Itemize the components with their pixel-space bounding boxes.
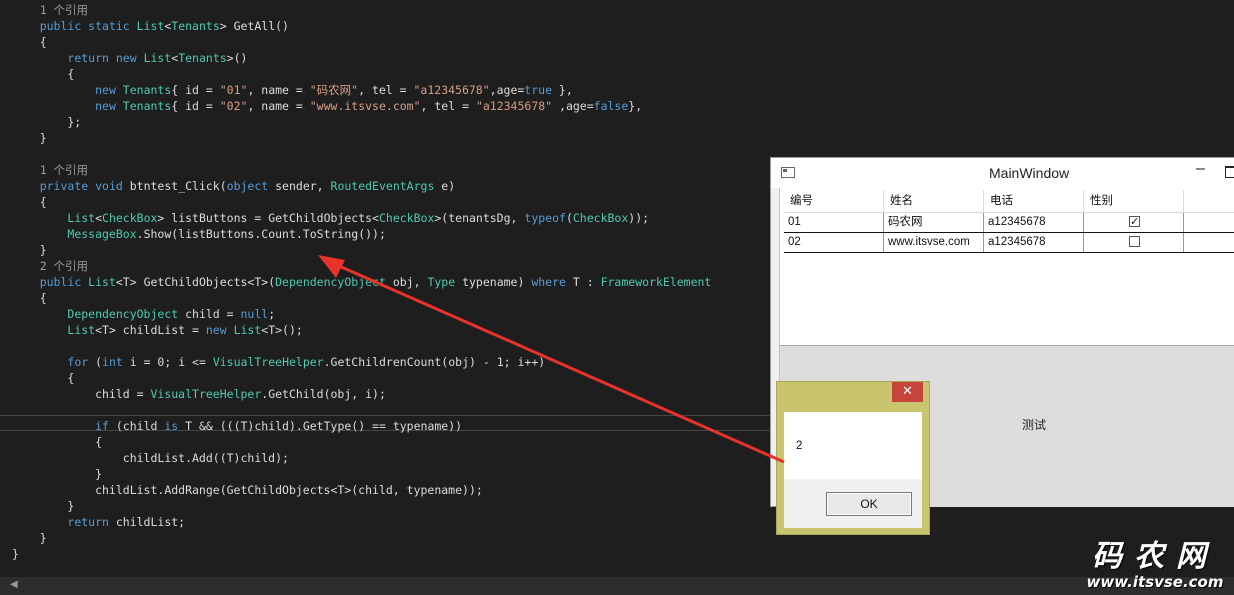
- annotation-arrow: [318, 255, 785, 464]
- annotation-arrow-head: [318, 255, 345, 278]
- watermark-url: www.itsvse.com: [1086, 573, 1224, 591]
- watermark-chinese: 码农网: [1092, 539, 1218, 574]
- watermark-logo: 码农网 www.itsvse.com: [1080, 539, 1230, 591]
- annotation-arrow-line: [329, 260, 785, 464]
